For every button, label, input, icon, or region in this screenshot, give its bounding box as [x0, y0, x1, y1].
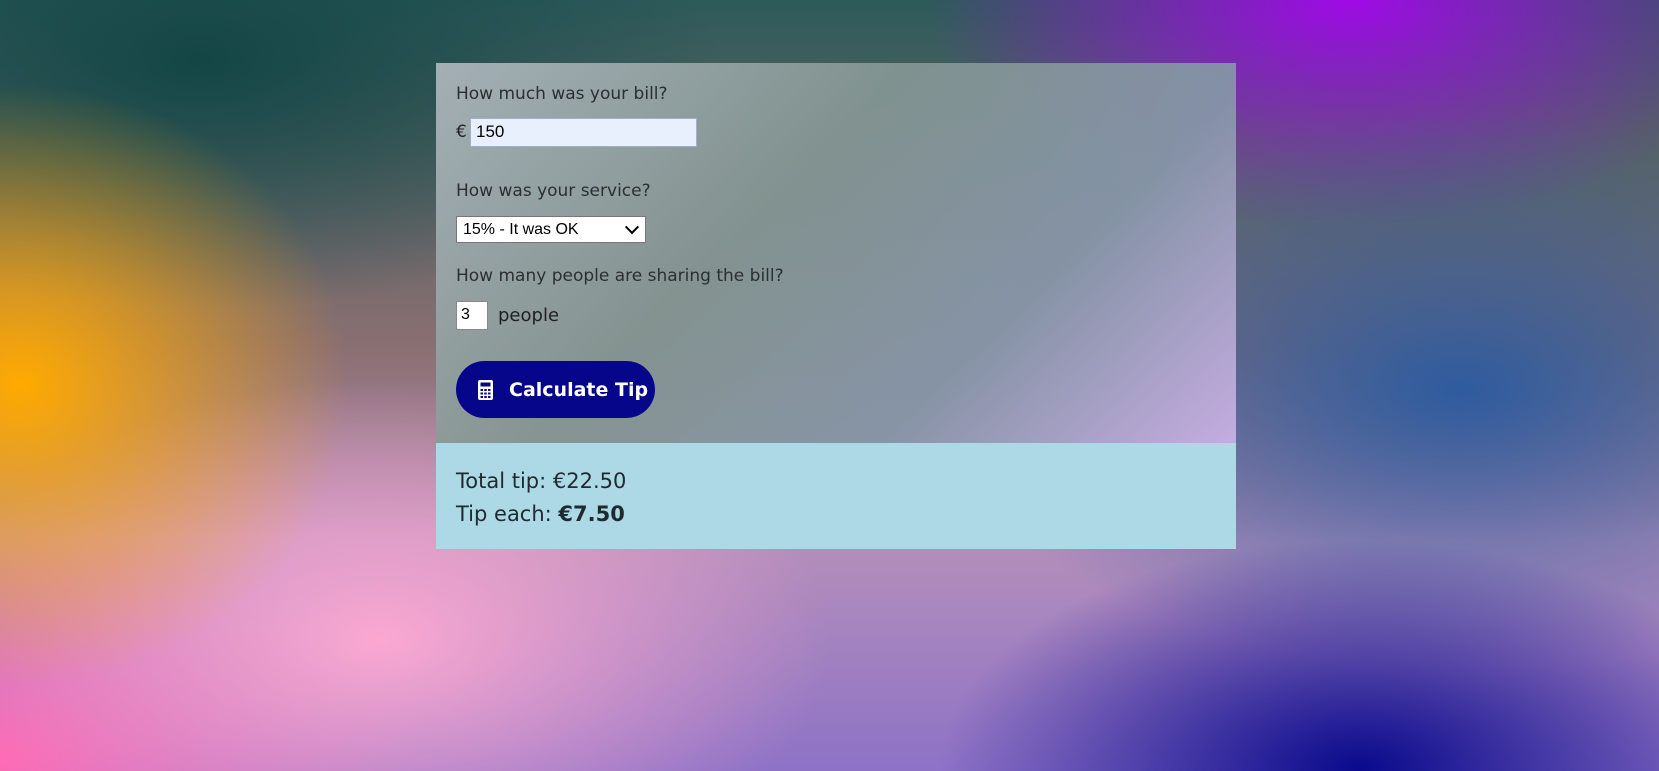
people-question-label: How many people are sharing the bill? — [456, 266, 784, 286]
people-block: How many people are sharing the bill? pe… — [456, 265, 1216, 330]
total-tip-line: Total tip: €22.50 — [456, 465, 1216, 498]
tip-each-label: Tip each: — [456, 502, 559, 526]
bill-row: € — [456, 117, 1216, 147]
calculate-tip-button[interactable]: Calculate Tip — [456, 361, 655, 418]
currency-symbol: € — [456, 122, 467, 142]
people-count-input[interactable] — [456, 300, 488, 330]
tip-form: How much was your bill? € How was your s… — [436, 63, 1236, 443]
service-selected-value: 15% - It was OK — [463, 220, 579, 238]
people-unit-label: people — [498, 304, 560, 326]
bill-amount-input[interactable] — [470, 117, 697, 147]
tip-each-line: Tip each: €7.50 — [456, 498, 1216, 531]
service-select[interactable]: 15% - It was OK — [456, 216, 646, 243]
service-question-label: How was your service? — [456, 181, 651, 201]
total-tip-value: €22.50 — [552, 469, 627, 493]
calculator-icon — [478, 379, 493, 400]
bill-question-label: How much was your bill? — [456, 84, 668, 104]
tip-results: Total tip: €22.50 Tip each: €7.50 — [436, 443, 1236, 549]
chevron-down-icon — [624, 219, 640, 234]
people-row: people — [456, 300, 1216, 330]
service-block: How was your service? 15% - It was OK — [456, 180, 1216, 243]
tip-calculator-card: How much was your bill? € How was your s… — [436, 63, 1236, 549]
calculate-tip-label: Calculate Tip — [509, 378, 649, 401]
total-tip-label: Total tip: — [456, 469, 553, 493]
tip-each-value: €7.50 — [558, 502, 625, 526]
